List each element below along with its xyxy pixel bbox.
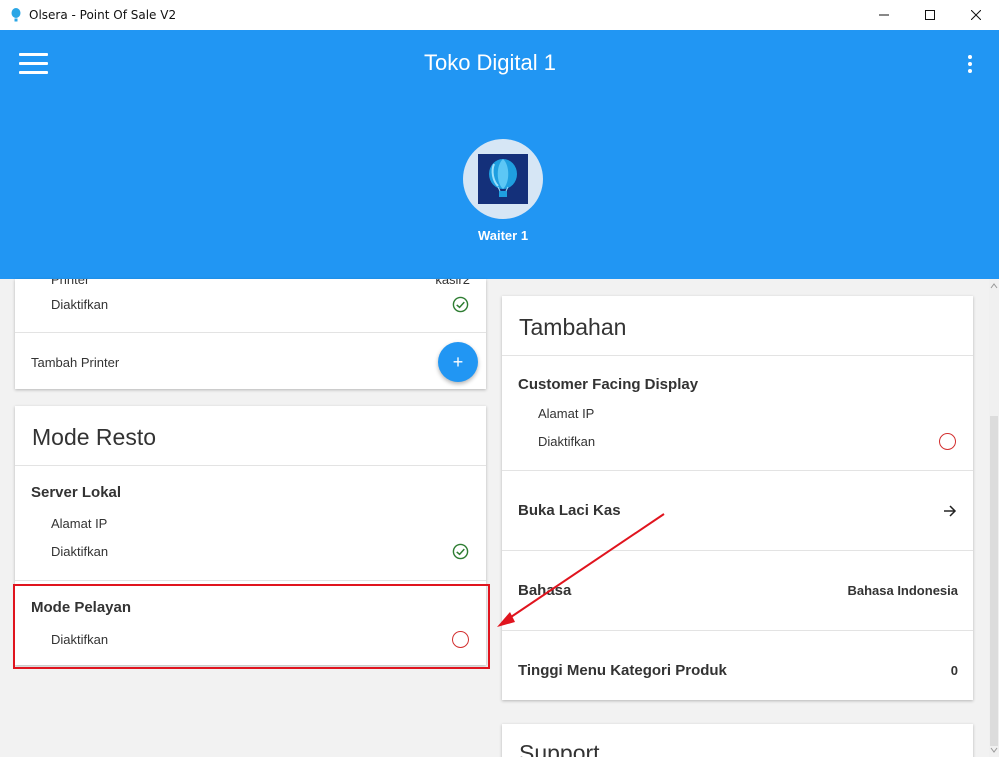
printer-enabled-label: Diaktifkan — [51, 297, 109, 312]
maximize-button[interactable] — [907, 0, 953, 30]
close-window-button[interactable] — [953, 0, 999, 30]
printer-card: Printer kasir2 Diaktifkan Tambah Printer… — [15, 279, 486, 389]
tinggi-menu-value: 0 — [950, 663, 958, 678]
customer-facing-toggle-circle-icon[interactable] — [939, 433, 956, 450]
buka-laci-title: Buka Laci Kas — [518, 502, 621, 519]
arrow-right-icon — [944, 505, 957, 517]
add-printer-label: Tambah Printer — [31, 355, 120, 370]
tambahan-card: Tambahan Customer Facing Display Alamat … — [502, 296, 973, 700]
tambahan-title: Tambahan — [519, 314, 627, 340]
divider — [15, 580, 486, 581]
check-circle-icon[interactable] — [452, 543, 469, 560]
customer-facing-title: Customer Facing Display — [518, 376, 699, 393]
printer-value: kasir2 — [435, 279, 470, 287]
maximize-icon — [925, 10, 935, 20]
bahasa-title: Bahasa — [518, 582, 572, 599]
divider — [15, 332, 486, 333]
plus-icon: + — [452, 351, 464, 372]
user-name: Waiter 1 — [477, 228, 529, 243]
server-ip-label[interactable]: Alamat IP — [51, 516, 107, 531]
highlight-box — [13, 584, 490, 669]
printer-label: Printer — [51, 279, 90, 287]
tinggi-menu-row[interactable]: Tinggi Menu Kategori Produk 0 — [502, 631, 973, 700]
bahasa-value: Bahasa Indonesia — [847, 583, 958, 598]
minimize-button[interactable] — [861, 0, 907, 30]
scrollbar[interactable] — [989, 279, 999, 757]
mode-resto-title: Mode Resto — [32, 424, 157, 450]
scroll-down-icon[interactable] — [989, 745, 999, 755]
minimize-icon — [879, 14, 889, 16]
customer-facing-enabled-label: Diaktifkan — [538, 434, 596, 449]
tinggi-menu-title: Tinggi Menu Kategori Produk — [518, 662, 727, 679]
add-printer-button[interactable]: + — [438, 342, 478, 382]
window-title: Olsera - Point Of Sale V2 — [29, 8, 177, 22]
app-header: Toko Digital 1 Waiter 1 — [0, 30, 999, 279]
buka-laci-row[interactable]: Buka Laci Kas — [502, 471, 973, 550]
balloon-logo-icon — [478, 154, 528, 204]
support-card: Support — [502, 724, 973, 757]
bahasa-row[interactable]: Bahasa Bahasa Indonesia — [502, 551, 973, 630]
server-enabled-label: Diaktifkan — [51, 544, 109, 559]
support-title: Support — [519, 740, 600, 757]
olsera-balloon-icon — [9, 8, 23, 22]
scroll-up-icon[interactable] — [989, 281, 999, 291]
server-lokal-title: Server Lokal — [31, 484, 122, 501]
scroll-thumb[interactable] — [990, 416, 998, 746]
check-circle-icon[interactable] — [452, 296, 469, 313]
customer-facing-ip-label[interactable]: Alamat IP — [538, 406, 594, 421]
window-controls — [861, 0, 999, 30]
divider — [502, 355, 973, 356]
store-title: Toko Digital 1 — [423, 50, 557, 75]
divider — [15, 465, 486, 466]
avatar[interactable] — [463, 139, 543, 219]
close-icon — [971, 10, 981, 20]
window-titlebar: Olsera - Point Of Sale V2 — [0, 0, 999, 30]
more-options-icon[interactable] — [967, 55, 973, 73]
